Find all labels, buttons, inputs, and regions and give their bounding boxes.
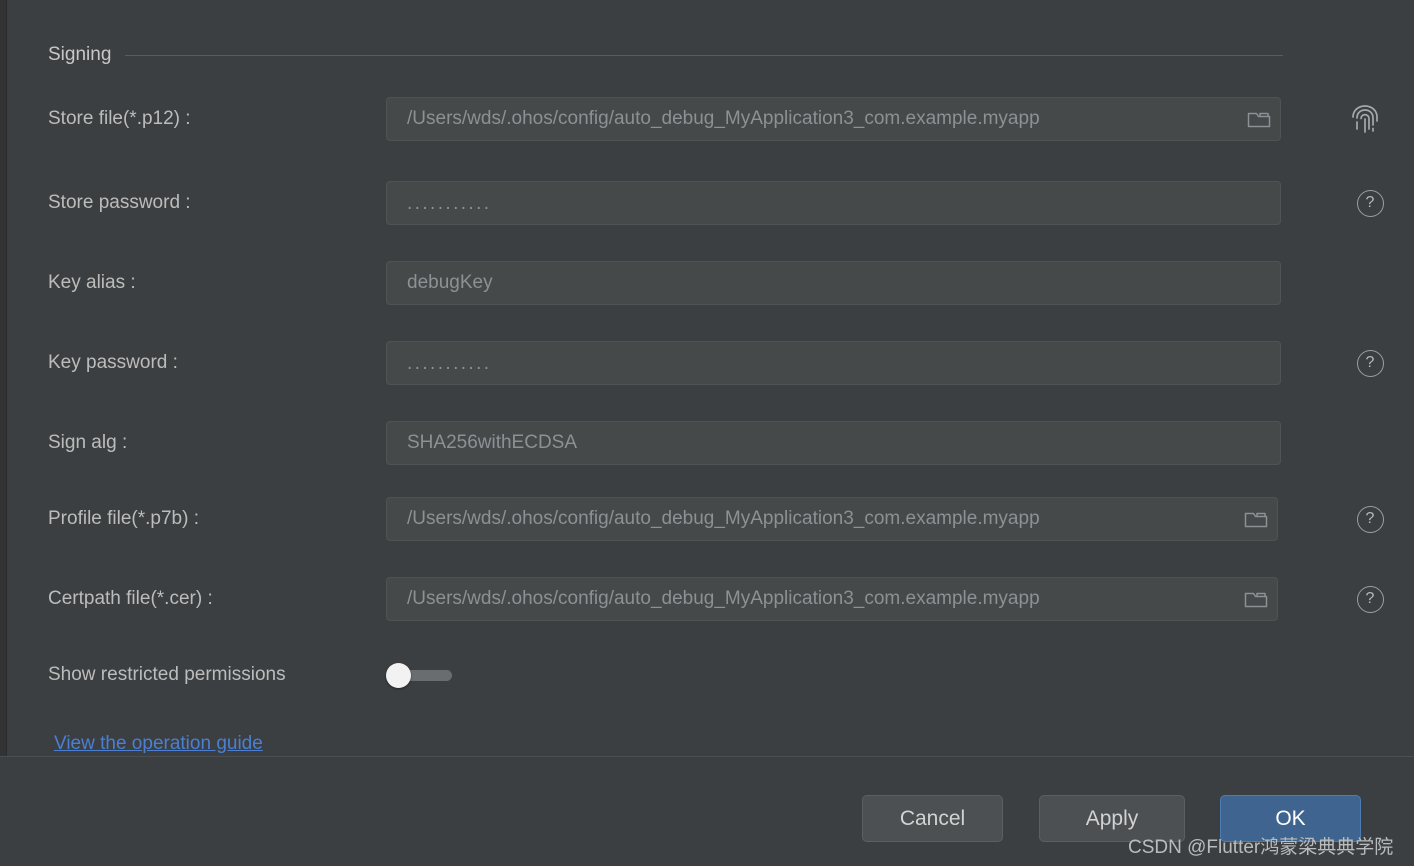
label-store-file: Store file(*.p12) :	[48, 108, 191, 129]
key-password-input[interactable]: ...........	[386, 341, 1281, 385]
certpath-file-input[interactable]: /Users/wds/.ohos/config/auto_debug_MyApp…	[386, 577, 1278, 621]
help-icon-key-password[interactable]: ?	[1354, 347, 1386, 379]
label-profile-file: Profile file(*.p7b) :	[48, 508, 200, 529]
help-icon-glyph: ?	[1356, 505, 1384, 533]
cancel-button[interactable]: Cancel	[862, 795, 1003, 842]
folder-icon[interactable]	[1243, 586, 1269, 612]
row-show-restricted-permissions: Show restricted permissions	[48, 651, 1414, 699]
dialog-left-gutter	[0, 0, 7, 758]
row-sign-alg: Sign alg : SHA256withECDSA	[48, 419, 1414, 467]
store-password-input[interactable]: ...........	[386, 181, 1281, 225]
key-alias-input[interactable]: debugKey	[386, 261, 1281, 305]
label-key-alias: Key alias :	[48, 272, 136, 293]
help-icon-certpath-file[interactable]: ?	[1354, 583, 1386, 615]
section-divider	[125, 54, 1283, 56]
help-icon-store-password[interactable]: ?	[1354, 187, 1386, 219]
help-icon-profile-file[interactable]: ?	[1354, 503, 1386, 535]
signing-section-header: Signing	[48, 40, 1283, 70]
help-icon-glyph: ?	[1356, 349, 1384, 377]
row-certpath-file: Certpath file(*.cer) : /Users/wds/.ohos/…	[48, 575, 1414, 623]
sign-alg-value: SHA256withECDSA	[407, 432, 578, 453]
row-store-file: Store file(*.p12) : /Users/wds/.ohos/con…	[48, 95, 1414, 143]
store-password-value: ...........	[407, 192, 492, 214]
key-password-value: ...........	[407, 352, 492, 374]
show-restricted-permissions-toggle[interactable]	[386, 663, 452, 688]
help-icon-glyph: ?	[1356, 189, 1384, 217]
store-file-value: /Users/wds/.ohos/config/auto_debug_MyApp…	[407, 108, 1040, 129]
label-sign-alg: Sign alg :	[48, 432, 128, 453]
row-key-alias: Key alias : debugKey	[48, 259, 1414, 307]
fingerprint-icon[interactable]	[1349, 103, 1381, 135]
folder-icon[interactable]	[1243, 506, 1269, 532]
row-store-password: Store password : ........... ?	[48, 179, 1414, 227]
row-profile-file: Profile file(*.p7b) : /Users/wds/.ohos/c…	[48, 495, 1414, 543]
profile-file-input[interactable]: /Users/wds/.ohos/config/auto_debug_MyApp…	[386, 497, 1278, 541]
sign-alg-input[interactable]: SHA256withECDSA	[386, 421, 1281, 465]
section-title: Signing	[48, 44, 112, 65]
help-icon-glyph: ?	[1356, 585, 1384, 613]
label-certpath-file: Certpath file(*.cer) :	[48, 588, 213, 609]
profile-file-value: /Users/wds/.ohos/config/auto_debug_MyApp…	[407, 508, 1040, 529]
signing-settings-scroll-pane[interactable]: Signing Store file(*.p12) : /Users/wds/.…	[8, 0, 1414, 755]
toggle-knob	[386, 663, 411, 688]
label-store-password: Store password :	[48, 192, 191, 213]
signing-configs-dialog: Signing Store file(*.p12) : /Users/wds/.…	[0, 0, 1414, 866]
store-file-input[interactable]: /Users/wds/.ohos/config/auto_debug_MyApp…	[386, 97, 1281, 141]
watermark-text: CSDN @Flutter鸿蒙梁典典学院	[1128, 837, 1394, 858]
label-key-password: Key password :	[48, 352, 178, 373]
label-show-restricted-permissions: Show restricted permissions	[48, 664, 286, 685]
row-key-password: Key password : ........... ?	[48, 339, 1414, 387]
key-alias-value: debugKey	[407, 272, 493, 293]
certpath-file-value: /Users/wds/.ohos/config/auto_debug_MyApp…	[407, 588, 1040, 609]
folder-icon[interactable]	[1246, 106, 1272, 132]
view-operation-guide-link[interactable]: View the operation guide	[54, 733, 263, 755]
